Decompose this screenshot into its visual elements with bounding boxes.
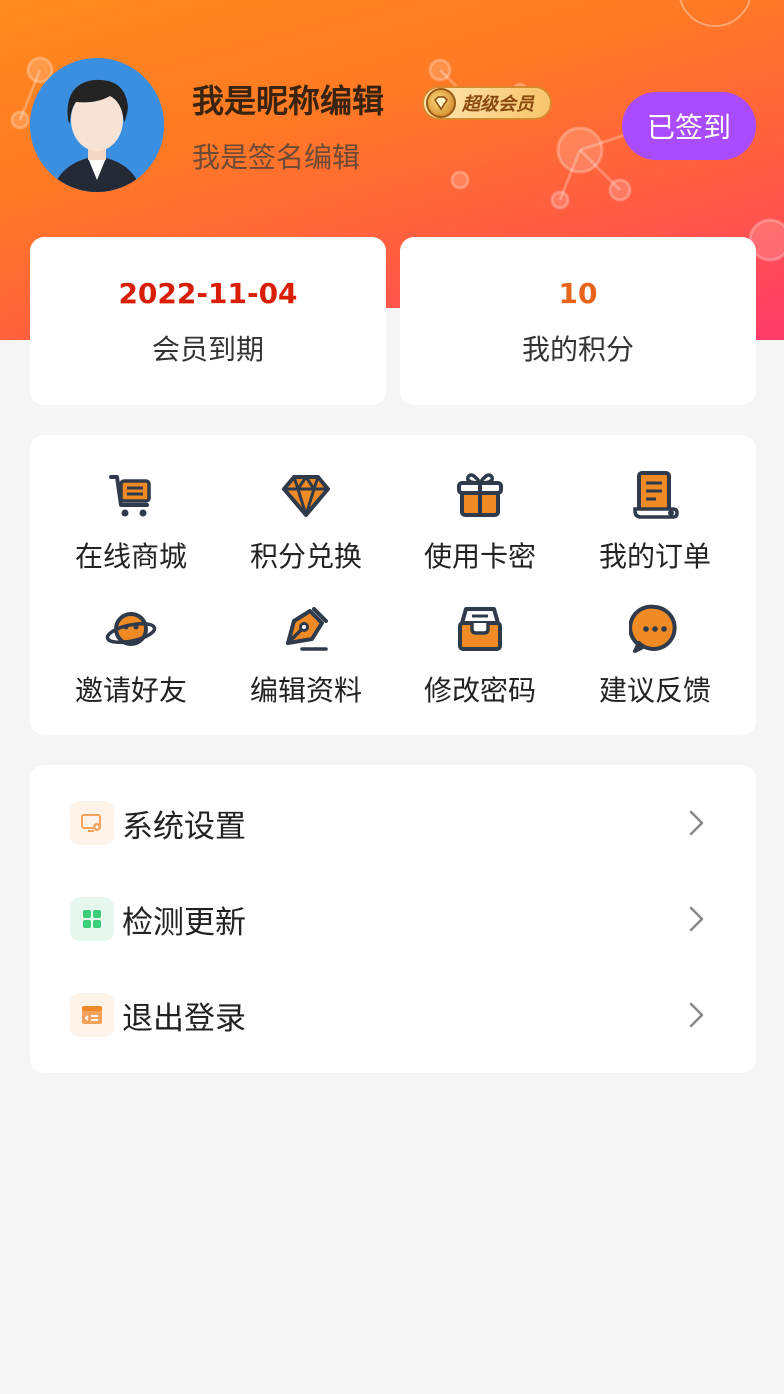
points-card[interactable]: 10 我的积分 <box>400 237 756 405</box>
grid-item-my-orders[interactable]: 我的订单 <box>565 469 745 589</box>
menu-item-check-update[interactable]: 检测更新 <box>30 871 756 967</box>
points-value: 10 <box>558 277 598 310</box>
settings-menu: 系统设置 检测更新 退出登录 <box>30 765 756 1073</box>
expiry-label: 会员到期 <box>151 333 264 366</box>
monitor-settings-icon <box>70 801 114 845</box>
box-icon <box>454 603 506 655</box>
feature-grid: 在线商城 积分兑换 使用卡密 我的订单 邀请好友 编辑资料 修改密码 建议反馈 <box>30 435 756 735</box>
chevron-right-icon <box>689 810 704 836</box>
grid-item-change-password[interactable]: 修改密码 <box>390 603 570 723</box>
checkin-button[interactable]: 已签到 <box>622 92 756 160</box>
grid-item-invite-friends[interactable]: 邀请好友 <box>41 603 221 723</box>
apps-grid-icon <box>70 897 114 941</box>
vip-label: 超级会员 <box>462 94 534 115</box>
grid-item-edit-profile[interactable]: 编辑资料 <box>216 603 396 723</box>
menu-item-logout[interactable]: 退出登录 <box>30 967 756 1063</box>
menu-label: 退出登录 <box>122 1000 246 1037</box>
logout-card-icon <box>70 993 114 1037</box>
pen-icon <box>280 603 332 655</box>
cart-icon <box>105 469 157 521</box>
grid-item-use-card-key[interactable]: 使用卡密 <box>390 469 570 589</box>
menu-label: 检测更新 <box>122 904 246 941</box>
vip-badge: 超级会员 <box>422 86 552 120</box>
grid-item-feedback[interactable]: 建议反馈 <box>565 603 745 723</box>
avatar[interactable] <box>30 58 164 192</box>
grid-item-points-exchange[interactable]: 积分兑换 <box>216 469 396 589</box>
planet-icon <box>105 603 157 655</box>
chat-icon <box>629 603 681 655</box>
expiry-date-value: 2022-11-04 <box>118 277 298 310</box>
menu-label: 系统设置 <box>122 808 246 845</box>
diamond-icon <box>280 469 332 521</box>
nickname: 我是昵称编辑 <box>192 82 385 120</box>
order-icon <box>629 469 681 521</box>
grid-item-online-mall[interactable]: 在线商城 <box>41 469 221 589</box>
points-label: 我的积分 <box>521 333 634 366</box>
signature: 我是签名编辑 <box>192 141 361 174</box>
chevron-right-icon <box>689 1002 704 1028</box>
vip-gem-icon <box>426 88 456 118</box>
chevron-right-icon <box>689 906 704 932</box>
gift-icon <box>454 469 506 521</box>
membership-expiry-card[interactable]: 2022-11-04 会员到期 <box>30 237 386 405</box>
menu-item-system-settings[interactable]: 系统设置 <box>30 775 756 871</box>
